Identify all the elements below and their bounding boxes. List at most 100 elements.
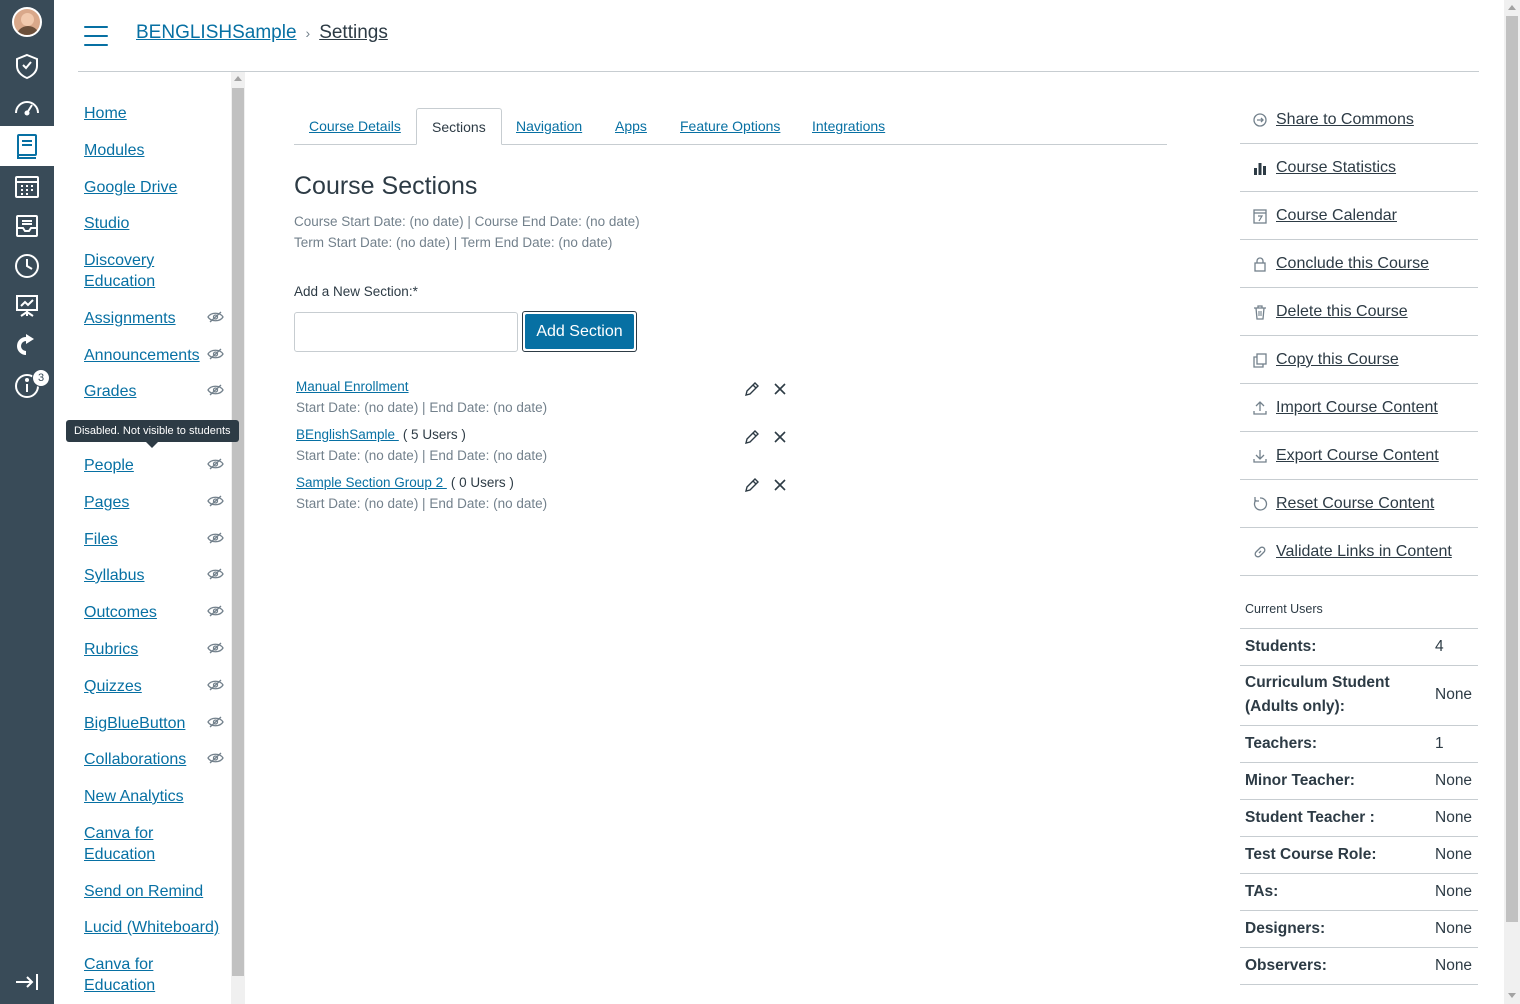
sidebar-link-label: Conclude this Course	[1276, 254, 1429, 272]
hidden-eye-icon	[207, 348, 224, 360]
reset-course-content-link[interactable]: Reset Course Content	[1240, 480, 1478, 528]
course-nav-send-on-remind[interactable]: Send on Remind	[84, 881, 229, 902]
add-section-label: Add a New Section:*	[294, 284, 418, 299]
page-scrollbar[interactable]	[1504, 0, 1520, 1004]
help-badge: 3	[32, 369, 50, 387]
add-section-button[interactable]: Add Section	[522, 311, 637, 352]
sidebar-link-label: Import Course Content	[1276, 398, 1438, 416]
settings-tabs: Course Details Sections Navigation Apps …	[294, 108, 1167, 145]
section-dates: Start Date: (no date) | End Date: (no da…	[296, 496, 548, 511]
share-to-commons-link[interactable]: Share to Commons	[1240, 96, 1478, 144]
sidebar-link-label: Delete this Course	[1276, 302, 1408, 320]
course-nav-studio[interactable]: Studio	[84, 213, 229, 234]
history-icon[interactable]	[0, 246, 54, 286]
tab-integrations[interactable]: Integrations	[797, 108, 900, 145]
hamburger-menu-icon[interactable]	[84, 26, 108, 46]
breadcrumb-current[interactable]: Settings	[319, 22, 388, 44]
user-role-count: None	[1435, 846, 1473, 863]
user-count-row: Teachers: 1	[1240, 726, 1478, 763]
tab-sections[interactable]: Sections	[416, 108, 502, 145]
user-role-label: Student Teacher :	[1245, 809, 1375, 826]
user-role-label: TAs:	[1245, 883, 1279, 900]
statistics-icon	[1254, 162, 1266, 175]
add-section-input[interactable]	[294, 312, 518, 352]
validate-links-link[interactable]: Validate Links in Content	[1240, 528, 1478, 576]
import-course-content-link[interactable]: Import Course Content	[1240, 384, 1478, 432]
hidden-eye-icon	[207, 605, 224, 617]
copy-course-link[interactable]: Copy this Course	[1240, 336, 1478, 384]
section-user-count: ( 0 Users )	[450, 475, 514, 490]
delete-course-link[interactable]: Delete this Course	[1240, 288, 1478, 336]
course-nav-scrollbar[interactable]	[231, 72, 245, 1004]
user-count-row: TAs: None	[1240, 874, 1478, 911]
tab-navigation[interactable]: Navigation	[501, 108, 597, 145]
section-name-link[interactable]: BEnglishSample	[296, 427, 399, 442]
sidebar-link-label: Course Statistics	[1276, 158, 1397, 176]
calendar-icon[interactable]	[0, 166, 54, 206]
course-statistics-link[interactable]: Course Statistics	[1240, 144, 1478, 192]
course-nav-google-drive[interactable]: Google Drive	[84, 177, 229, 198]
section-row: Manual Enrollment Start Date: (no date) …	[296, 378, 796, 415]
sidebar-link-label: Course Calendar	[1276, 206, 1397, 224]
leave-icon[interactable]	[0, 326, 54, 366]
upload-icon	[1253, 400, 1267, 415]
course-nav-canva-for-education[interactable]: Canva for Education	[84, 823, 184, 865]
user-role-count: None	[1435, 772, 1473, 789]
lock-icon	[1254, 256, 1266, 272]
section-name-link[interactable]: Manual Enrollment	[296, 379, 409, 394]
commons-icon[interactable]	[0, 286, 54, 326]
sidebar-link-label: Reset Course Content	[1276, 494, 1435, 512]
hidden-eye-icon	[207, 384, 224, 396]
edit-pencil-icon[interactable]	[743, 380, 761, 398]
course-nav-modules[interactable]: Modules	[84, 140, 229, 161]
hidden-eye-icon	[207, 458, 224, 470]
user-role-label: Teachers:	[1245, 735, 1318, 752]
section-user-count: ( 5 Users )	[402, 427, 466, 442]
page-header: BENGLISHSample › Settings	[54, 0, 1504, 72]
export-course-content-link[interactable]: Export Course Content	[1240, 432, 1478, 480]
course-nav-canva-for-education-2[interactable]: Canva for Education	[84, 954, 184, 996]
course-nav-announcements[interactable]: Announcements	[84, 345, 209, 366]
course-nav-home[interactable]: Home	[84, 103, 229, 124]
section-dates: Start Date: (no date) | End Date: (no da…	[296, 448, 548, 463]
user-role-count: None	[1435, 920, 1473, 937]
delete-x-icon[interactable]	[773, 382, 787, 396]
user-role-count: None	[1435, 686, 1473, 703]
course-nav-discovery-education[interactable]: Discovery Education	[84, 250, 194, 292]
breadcrumb-course-link[interactable]: BENGLISHSample	[136, 22, 297, 44]
tab-feature-options[interactable]: Feature Options	[665, 108, 795, 145]
hidden-eye-icon	[207, 679, 224, 691]
inbox-icon[interactable]	[0, 206, 54, 246]
user-role-label: Curriculum Student (Adults only):	[1245, 674, 1390, 715]
tab-course-details[interactable]: Course Details	[294, 108, 416, 145]
admin-icon[interactable]	[0, 46, 54, 86]
user-count-row: Designers: None	[1240, 911, 1478, 948]
breadcrumb-separator: ›	[305, 25, 311, 41]
hidden-eye-icon	[207, 642, 224, 654]
edit-pencil-icon[interactable]	[743, 428, 761, 446]
tab-apps[interactable]: Apps	[600, 108, 662, 145]
course-nav-lucid-whiteboard[interactable]: Lucid (Whiteboard)	[84, 917, 234, 938]
conclude-course-link[interactable]: Conclude this Course	[1240, 240, 1478, 288]
account-avatar[interactable]	[0, 2, 54, 42]
add-section-button-label: Add Section	[525, 314, 634, 349]
delete-x-icon[interactable]	[773, 430, 787, 444]
page-title: Course Sections	[294, 172, 478, 200]
breadcrumb: BENGLISHSample › Settings	[136, 22, 388, 44]
sidebar-link-label: Copy this Course	[1276, 350, 1399, 368]
dashboard-icon[interactable]	[0, 86, 54, 126]
share-icon	[1253, 112, 1267, 127]
section-name-link[interactable]: Sample Section Group 2	[296, 475, 447, 490]
edit-pencil-icon[interactable]	[743, 476, 761, 494]
user-role-count: None	[1435, 883, 1473, 900]
hidden-eye-icon	[207, 568, 224, 580]
section-row: Sample Section Group 2 ( 0 Users ) Start…	[296, 474, 796, 511]
delete-x-icon[interactable]	[773, 478, 787, 492]
course-navigation: Home Modules Google Drive Studio Discove…	[54, 72, 244, 1004]
current-users-title: Current Users	[1245, 602, 1323, 616]
course-nav-new-analytics[interactable]: New Analytics	[84, 786, 229, 807]
collapse-nav-icon[interactable]	[0, 962, 54, 1002]
courses-icon[interactable]	[0, 126, 54, 166]
course-calendar-link[interactable]: Course Calendar	[1240, 192, 1478, 240]
hidden-eye-icon	[207, 532, 224, 544]
